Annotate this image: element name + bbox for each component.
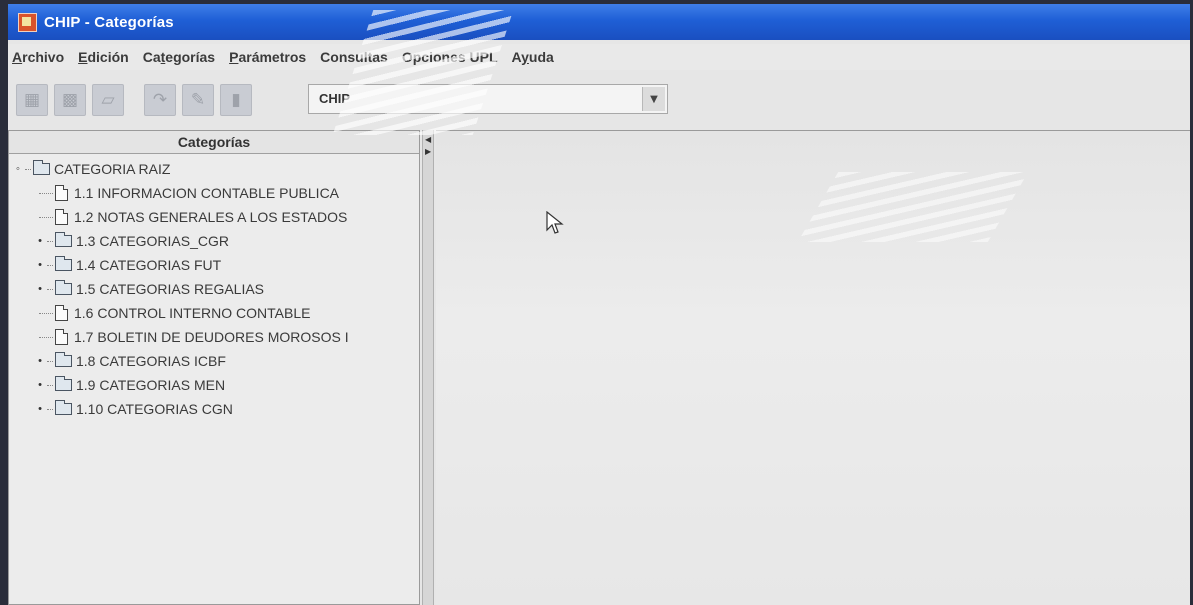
- content-panel: [436, 130, 1190, 605]
- module-select-value: CHIP: [319, 91, 351, 106]
- print-icon[interactable]: ▱: [92, 84, 124, 116]
- collapse-left-icon[interactable]: ◀: [425, 136, 431, 144]
- tree-node[interactable]: • 1.9 CATEGORIAS MEN: [9, 373, 419, 397]
- tree-node-label: 1.10 CATEGORIAS CGN: [76, 401, 233, 417]
- tree-node-label: 1.6 CONTROL INTERNO CONTABLE: [74, 305, 311, 321]
- chevron-down-icon[interactable]: ▼: [642, 87, 665, 111]
- menu-item-6[interactable]: Ayuda: [512, 47, 554, 67]
- undo-icon[interactable]: ↷: [144, 84, 176, 116]
- menu-item-2[interactable]: Categorías: [143, 47, 215, 67]
- tree-node-label: 1.3 CATEGORIAS_CGR: [76, 233, 230, 249]
- menu-item-5[interactable]: Opciones UPL: [402, 47, 498, 67]
- tree-node-label: 1.5 CATEGORIAS REGALIAS: [76, 281, 265, 297]
- tree-node-label: 1.8 CATEGORIAS ICBF: [76, 353, 226, 369]
- module-select[interactable]: CHIP ▼: [308, 84, 668, 114]
- delete-icon[interactable]: ▮: [220, 84, 252, 116]
- window-title: CHIP - Categorías: [44, 13, 174, 31]
- tree-node[interactable]: • 1.4 CATEGORIAS FUT: [9, 253, 419, 277]
- tree-node[interactable]: • 1.5 CATEGORIAS REGALIAS: [9, 277, 419, 301]
- toolbar: ▦ ▩ ▱ ↷ ✎ ▮ CHIP ▼: [8, 80, 1190, 120]
- tree-expand-icon[interactable]: •: [33, 259, 47, 271]
- tree-node-label: 1.1 INFORMACION CONTABLE PUBLICA: [74, 185, 340, 201]
- app-window: CHIP - Categorías Archivo Edición Categorí…: [8, 4, 1190, 605]
- expand-right-icon[interactable]: ▶: [425, 148, 431, 156]
- tree-node[interactable]: 1.7 BOLETIN DE DEUDORES MOROSOS I: [9, 325, 419, 349]
- document-icon: [55, 185, 68, 201]
- tree-node-label: 1.4 CATEGORIAS FUT: [76, 257, 222, 273]
- tree-collapse-icon[interactable]: ◦: [11, 163, 25, 175]
- document-icon: [55, 305, 68, 321]
- folder-icon: [55, 400, 72, 415]
- save-icon[interactable]: ▩: [54, 84, 86, 116]
- tree-expand-icon[interactable]: •: [33, 379, 47, 391]
- mouse-cursor-icon: [546, 211, 564, 234]
- new-icon[interactable]: ▦: [16, 84, 48, 116]
- category-tree: ◦ CATEGORIA RAIZ 1.1 INFORMACION CONTABLE …: [9, 154, 419, 421]
- tree-expand-icon[interactable]: •: [33, 283, 47, 295]
- folder-icon: [55, 280, 72, 295]
- tree-node-label: CATEGORIA RAIZ: [54, 161, 171, 177]
- menu-item-4[interactable]: Consultas: [320, 47, 388, 67]
- tree-node[interactable]: • 1.3 CATEGORIAS_CGR: [9, 229, 419, 253]
- folder-icon: [55, 232, 72, 247]
- tree-expand-icon[interactable]: •: [33, 235, 47, 247]
- document-icon: [55, 329, 68, 345]
- tree-node[interactable]: 1.6 CONTROL INTERNO CONTABLE: [9, 301, 419, 325]
- menu-bar: Archivo Edición Categorías Parámetros Consul…: [8, 44, 1190, 70]
- tree-expand-icon[interactable]: •: [33, 403, 47, 415]
- split-pane-divider[interactable]: ◀ ▶: [422, 130, 434, 605]
- categories-panel: Categorías ◦ CATEGORIA RAIZ 1.1 INFORMACIO…: [8, 130, 420, 605]
- folder-icon: [55, 352, 72, 367]
- tree-node-label: 1.9 CATEGORIAS MEN: [76, 377, 226, 393]
- menu-item-1[interactable]: Edición: [78, 47, 129, 67]
- title-bar[interactable]: CHIP - Categorías: [8, 4, 1190, 40]
- app-icon: [18, 12, 37, 32]
- tree-node[interactable]: ◦ CATEGORIA RAIZ: [9, 157, 419, 181]
- tree-node-label: 1.7 BOLETIN DE DEUDORES MOROSOS I: [74, 329, 349, 345]
- tree-node[interactable]: • 1.8 CATEGORIAS ICBF: [9, 349, 419, 373]
- panel-title: Categorías: [9, 131, 419, 154]
- edit-icon[interactable]: ✎: [182, 84, 214, 116]
- tree-node[interactable]: 1.2 NOTAS GENERALES A LOS ESTADOS: [9, 205, 419, 229]
- tree-node-label: 1.2 NOTAS GENERALES A LOS ESTADOS: [74, 209, 348, 225]
- tree-node[interactable]: • 1.10 CATEGORIAS CGN: [9, 397, 419, 421]
- document-icon: [55, 209, 68, 225]
- menu-item-3[interactable]: Parámetros: [229, 47, 306, 67]
- menu-item-0[interactable]: Archivo: [12, 47, 64, 67]
- tree-node[interactable]: 1.1 INFORMACION CONTABLE PUBLICA: [9, 181, 419, 205]
- folder-icon: [55, 256, 72, 271]
- folder-icon: [33, 160, 50, 175]
- folder-icon: [55, 376, 72, 391]
- tree-expand-icon[interactable]: •: [33, 355, 47, 367]
